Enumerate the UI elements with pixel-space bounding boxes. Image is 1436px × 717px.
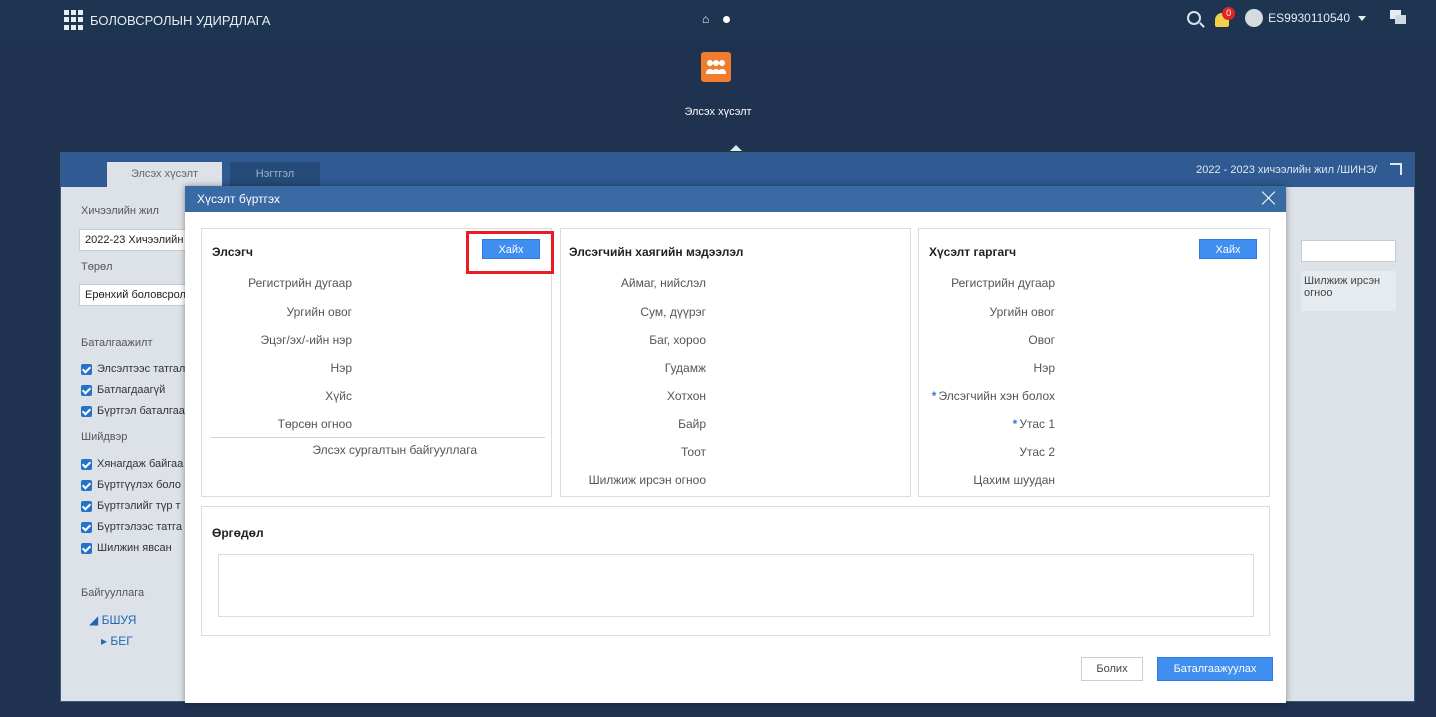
address-field-building: Байр	[678, 417, 706, 431]
application-textarea[interactable]	[218, 554, 1254, 617]
decision-check-4[interactable]: Бүртгэлээс татга	[81, 521, 182, 533]
requester-field-register: Регистрийн дугаар	[951, 276, 1055, 290]
address-field-khoroo: Баг, хороо	[649, 333, 706, 347]
requester-panel: Хүсэлт гаргагч Хайх Регистрийн дугаар Ур…	[918, 228, 1270, 497]
applicant-field-birthdate: Төрсөн огноо	[277, 417, 352, 431]
date-filter-input[interactable]	[1301, 240, 1396, 262]
requester-field-email: Цахим шуудан	[973, 473, 1055, 487]
requester-field-name: Нэр	[1033, 361, 1055, 375]
avatar	[1245, 9, 1264, 27]
requester-search-button[interactable]: Хайх	[1199, 239, 1257, 259]
checkbox-icon	[81, 521, 92, 533]
confirmation-filter-label: Баталгаажилт	[81, 337, 153, 349]
tree-node-root[interactable]: ◢ БШУЯ	[89, 613, 136, 627]
app-hero: Элсэх хүсэлт	[0, 40, 1436, 152]
nav-center: ⌂	[702, 12, 731, 26]
address-field-street: Гудамж	[664, 361, 706, 375]
address-field-district: Сум, дүүрэг	[640, 305, 706, 319]
app-label[interactable]: Элсэх хүсэлт	[0, 106, 1436, 118]
confirm-check-1[interactable]: Элсэлтээс татгал	[81, 363, 185, 375]
window-switch-icon[interactable]	[1390, 10, 1408, 26]
search-icon[interactable]	[1187, 11, 1202, 25]
applicant-field-org: Элсэх сургалтын байгууллага	[312, 443, 477, 457]
enrollment-app-icon[interactable]	[701, 52, 731, 82]
school-year-select[interactable]: 2022-23 Хичээлийн	[79, 229, 187, 251]
top-right-tools: 0 ES9930110540	[1187, 7, 1408, 27]
column-header-transfer-date[interactable]: Шилжиж ирсэн огноо	[1301, 271, 1396, 311]
address-field-transfer-date: Шилжиж ирсэн огноо	[588, 473, 706, 487]
decision-check-2[interactable]: Бүртгүүлэх боло	[81, 479, 181, 491]
required-marker: *	[1012, 417, 1018, 431]
decision-check-5[interactable]: Шилжин явсан	[81, 542, 172, 554]
checkbox-icon	[81, 542, 92, 554]
home-icon[interactable]: ⌂	[702, 12, 709, 26]
notification-bell-icon[interactable]: 0	[1215, 7, 1236, 27]
user-menu[interactable]: ES9930110540	[1245, 9, 1366, 27]
close-icon[interactable]	[1260, 189, 1278, 207]
notification-count-badge: 0	[1222, 7, 1236, 20]
requester-field-relation: * Элсэгчийн хэн болох	[931, 389, 1055, 403]
modal-title: Хүсэлт бүртгэх	[197, 192, 280, 206]
collapse-arrow-icon[interactable]	[730, 145, 742, 151]
checkbox-icon	[81, 458, 92, 470]
checkbox-icon	[81, 500, 92, 512]
app-grid-icon[interactable]	[64, 10, 84, 30]
application-panel: Өргөдөл	[201, 506, 1270, 636]
expand-icon[interactable]	[1390, 163, 1402, 175]
requester-field-phone1: * Утас 1	[1012, 417, 1055, 431]
page-dot-icon[interactable]	[723, 15, 731, 23]
application-title: Өргөдөл	[212, 526, 264, 540]
school-year-label: 2022 - 2023 хичээлийн жил /ШИНЭ/	[1196, 164, 1377, 176]
school-year-filter-label: Хичээлийн жил	[81, 205, 159, 217]
requester-title: Хүсэлт гаргагч	[929, 245, 1017, 259]
user-id: ES9930110540	[1268, 11, 1350, 25]
type-select[interactable]: Ерөнхий боловсрол	[79, 284, 187, 306]
top-bar: БОЛОВСРОЛЫН УДИРДЛАГА ⌂ 0 ES9930110540	[0, 0, 1436, 40]
confirm-button[interactable]: Баталгаажуулах	[1157, 657, 1273, 681]
organization-filter-label: Байгууллага	[81, 587, 145, 599]
address-field-town: Хотхон	[667, 389, 706, 403]
applicant-field-name: Нэр	[330, 361, 352, 375]
address-panel: Элсэгчийн хаягийн мэдээлэл Аймаг, нийслэ…	[560, 228, 911, 497]
request-register-modal: Хүсэлт бүртгэх Элсэгч Хайх Регистрийн ду…	[185, 186, 1286, 703]
filter-panel: Хичээлийн жил 2022-23 Хичээлийн Төрөл Ер…	[61, 187, 187, 702]
applicant-field-register: Регистрийн дугаар	[248, 276, 352, 290]
search-highlight-box	[466, 231, 554, 274]
cancel-button[interactable]: Болих	[1081, 657, 1143, 681]
required-marker: *	[931, 389, 937, 403]
chevron-down-icon	[1358, 15, 1366, 21]
app-title: БОЛОВСРОЛЫН УДИРДЛАГА	[90, 12, 271, 28]
checkbox-icon	[81, 363, 92, 375]
tree-node-child[interactable]: ▸ БЕГ	[101, 634, 133, 648]
applicant-field-gender: Хүйс	[325, 389, 352, 403]
checkbox-icon	[81, 479, 92, 491]
requester-field-clan: Ургийн овог	[989, 305, 1055, 319]
applicant-field-parent: Эцэг/эх/-ийн нэр	[260, 333, 352, 347]
decision-check-1[interactable]: Хянагдаж байгаа	[81, 458, 183, 470]
confirm-check-2[interactable]: Батлагдаагүй	[81, 384, 165, 396]
requester-field-phone2: Утас 2	[1019, 445, 1055, 459]
decision-filter-label: Шийдвэр	[81, 431, 128, 443]
address-field-apartment: Тоот	[681, 445, 706, 459]
type-filter-label: Төрөл	[81, 261, 113, 273]
applicant-field-clan: Ургийн овог	[286, 305, 352, 319]
checkbox-icon	[81, 384, 92, 396]
tab-requests[interactable]: Элсэх хүсэлт	[107, 162, 222, 187]
confirm-check-3[interactable]: Бүртгэл баталгаа	[81, 405, 185, 417]
checkbox-icon	[81, 405, 92, 417]
address-title: Элсэгчийн хаягийн мэдээлэл	[569, 245, 744, 259]
decision-check-3[interactable]: Бүртгэлийг түр т	[81, 500, 181, 512]
modal-header: Хүсэлт бүртгэх	[185, 186, 1286, 212]
background-header: Элсэх хүсэлт Нэгтгэл 2022 - 2023 хичээли…	[61, 153, 1414, 187]
address-field-province: Аймаг, нийслэл	[620, 276, 706, 290]
app-menu[interactable]: БОЛОВСРОЛЫН УДИРДЛАГА	[64, 10, 270, 30]
applicant-title: Элсэгч	[212, 245, 253, 259]
requester-field-surname: Овог	[1028, 333, 1055, 347]
divider	[211, 437, 545, 438]
tab-summary[interactable]: Нэгтгэл	[230, 162, 320, 187]
